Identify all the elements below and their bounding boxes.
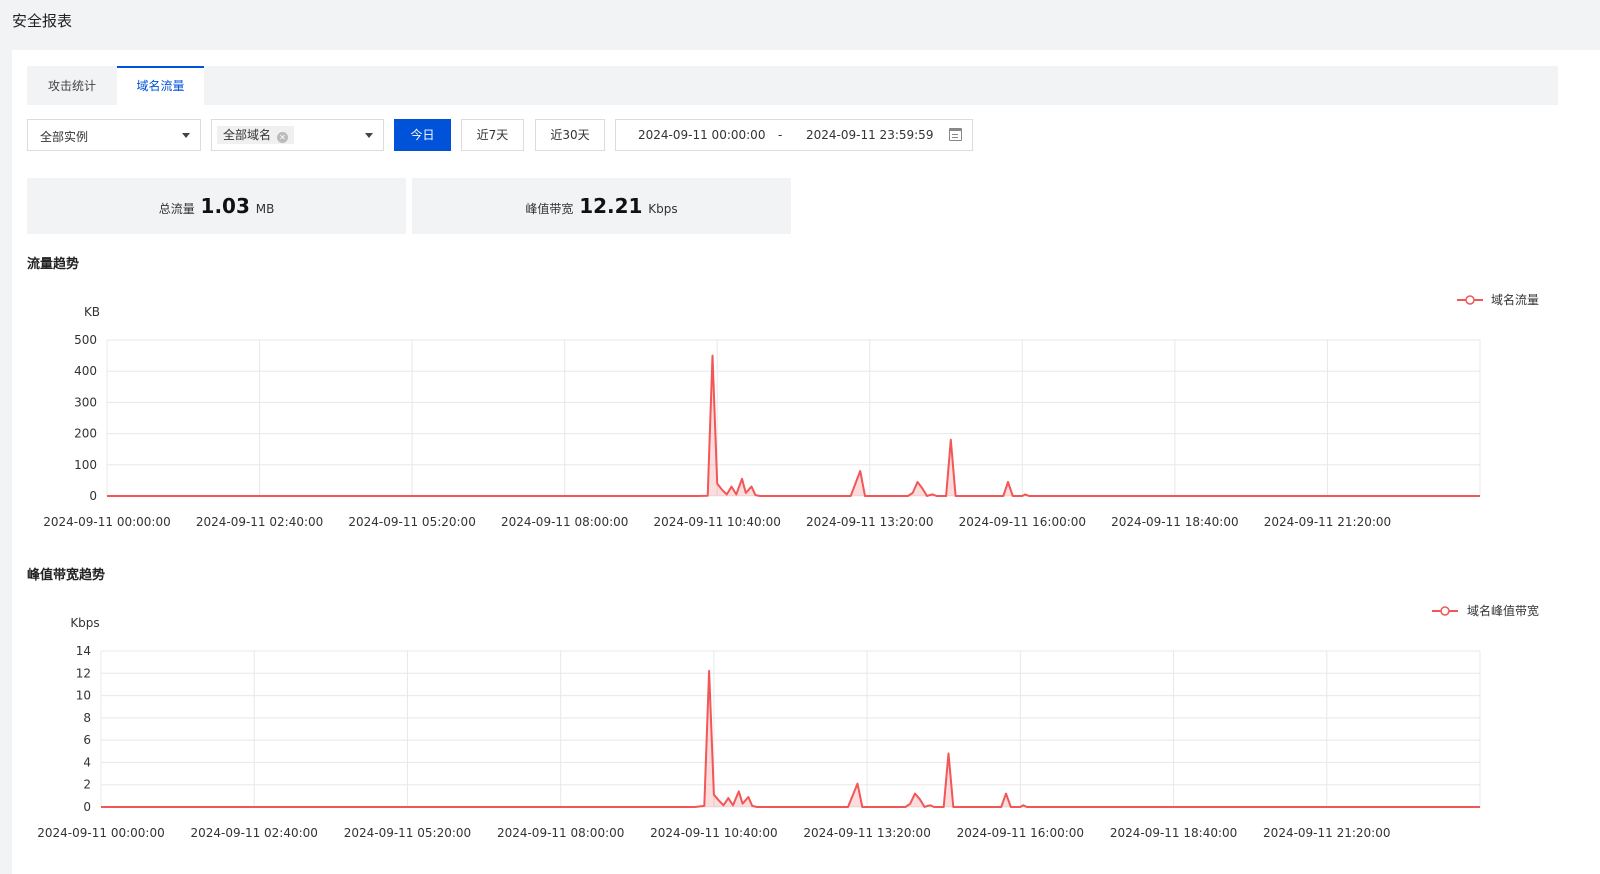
caret-down-icon — [182, 133, 190, 138]
x-tick-label: 2024-09-11 10:40:00 — [653, 515, 780, 529]
x-tick-label: 2024-09-11 08:00:00 — [497, 826, 624, 840]
domain-select[interactable]: 全部域名 ✕ — [211, 119, 384, 151]
x-tick-label: 2024-09-11 18:40:00 — [1110, 826, 1237, 840]
traffic-trend-title: 流量趋势 — [27, 257, 80, 272]
x-tick-label: 2024-09-11 02:40:00 — [196, 515, 323, 529]
peak-bandwidth-unit: Kbps — [648, 202, 678, 216]
instance-select-value: 全部实例 — [40, 130, 89, 144]
y-tick-label: 2 — [83, 778, 91, 792]
y-tick-label: 500 — [74, 333, 97, 347]
x-tick-label: 2024-09-11 02:40:00 — [190, 826, 317, 840]
y-tick-label: 8 — [83, 711, 91, 725]
series-area — [107, 355, 1480, 496]
peak-bandwidth-value: 12.21 — [579, 194, 643, 218]
x-tick-label: 2024-09-11 05:20:00 — [344, 826, 471, 840]
last-30-days-button[interactable]: 近30天 — [535, 119, 605, 151]
instance-select[interactable]: 全部实例 — [27, 119, 201, 151]
domain-tag-label: 全部域名 — [223, 128, 272, 142]
tab-bar: 攻击统计 域名流量 — [27, 66, 1558, 105]
x-tick-label: 2024-09-11 05:20:00 — [348, 515, 475, 529]
traffic-chart-svg: 0 100 200 300 400 500 2024-09-11 00:00:00 2024-… — [43, 292, 1539, 529]
x-tick-label: 2024-09-11 18:40:00 — [1111, 515, 1238, 529]
total-traffic-unit: MB — [255, 202, 275, 216]
y-tick-label: 14 — [76, 644, 91, 658]
x-tick-label: 2024-09-11 08:00:00 — [501, 515, 628, 529]
date-end: 2024-09-11 23:59:59 — [806, 128, 934, 142]
series-line — [107, 354, 1480, 497]
peak-bandwidth-card: 峰值带宽 12.21 Kbps — [412, 178, 791, 234]
page-header: 安全报表 — [0, 0, 1600, 40]
calendar-icon — [949, 128, 962, 141]
today-button[interactable]: 今日 — [394, 119, 451, 151]
total-traffic-card: 总流量 1.03 MB — [27, 178, 406, 234]
y-tick-label: 300 — [74, 395, 97, 409]
x-tick-label: 2024-09-11 16:00:00 — [959, 515, 1086, 529]
caret-down-icon — [365, 133, 373, 138]
y-axis-unit: KB — [84, 305, 100, 319]
x-tick-label: 2024-09-11 00:00:00 — [43, 515, 170, 529]
total-traffic-label: 总流量 — [158, 202, 195, 216]
domain-tag: 全部域名 ✕ — [217, 126, 295, 144]
legend-marker — [1465, 295, 1475, 305]
x-tick-label: 2024-09-11 10:40:00 — [650, 826, 777, 840]
series-area — [101, 670, 1480, 807]
x-tick-label: 2024-09-11 00:00:00 — [37, 826, 164, 840]
tag-close-icon[interactable]: ✕ — [277, 132, 289, 143]
filter-toolbar: 全部实例 全部域名 ✕ 今日 近7天 近30天 2024-09-11 00:00:… — [27, 119, 1027, 151]
y-axis-unit: Kbps — [70, 616, 99, 630]
total-traffic-value: 1.03 — [200, 194, 250, 218]
series-line — [101, 669, 1480, 808]
y-tick-label: 200 — [74, 427, 97, 441]
x-tick-label: 2024-09-11 13:20:00 — [803, 826, 930, 840]
y-tick-label: 12 — [76, 666, 91, 680]
report-panel: 攻击统计 域名流量 全部实例 全部域名 ✕ 今日 近7天 近30天 2024-09… — [12, 50, 1600, 874]
traffic-chart: 0 100 200 300 400 500 2024-09-11 00:00:00 2024-… — [12, 280, 1600, 544]
y-tick-label: 10 — [76, 689, 91, 703]
date-range-picker[interactable]: 2024-09-11 00:00:00 - 2024-09-11 23:59:5… — [615, 119, 973, 151]
y-tick-label: 4 — [83, 755, 91, 769]
legend-label: 域名流量 — [1491, 292, 1539, 307]
x-tick-label: 2024-09-11 21:20:00 — [1263, 826, 1390, 840]
tab-attack-stats[interactable]: 攻击统计 — [27, 66, 117, 105]
y-tick-label: 400 — [74, 364, 97, 378]
x-tick-label: 2024-09-11 16:00:00 — [957, 826, 1084, 840]
legend-label: 域名峰值带宽 — [1467, 603, 1539, 618]
x-tick-label: 2024-09-11 21:20:00 — [1264, 515, 1391, 529]
peak-bandwidth-label: 峰值带宽 — [525, 202, 574, 216]
legend-marker — [1440, 606, 1450, 616]
last-7-days-button[interactable]: 近7天 — [461, 119, 524, 151]
x-tick-label: 2024-09-11 13:20:00 — [806, 515, 933, 529]
bandwidth-chart: 0 2 4 6 8 10 12 14 2024-09-11 00:00:00 2024-09-11… — [12, 591, 1600, 855]
page-title: 安全报表 — [12, 12, 73, 30]
tab-domain-traffic[interactable]: 域名流量 — [117, 66, 204, 105]
bandwidth-trend-title: 峰值带宽趋势 — [27, 568, 106, 583]
bandwidth-chart-svg: 0 2 4 6 8 10 12 14 2024-09-11 00:00:00 2024-09-11… — [37, 603, 1539, 840]
y-tick-label: 0 — [89, 489, 97, 503]
y-tick-label: 100 — [74, 458, 97, 472]
y-tick-label: 6 — [83, 733, 91, 747]
date-separator: - — [778, 128, 783, 142]
date-start: 2024-09-11 00:00:00 — [638, 128, 766, 142]
y-tick-label: 0 — [83, 800, 91, 814]
